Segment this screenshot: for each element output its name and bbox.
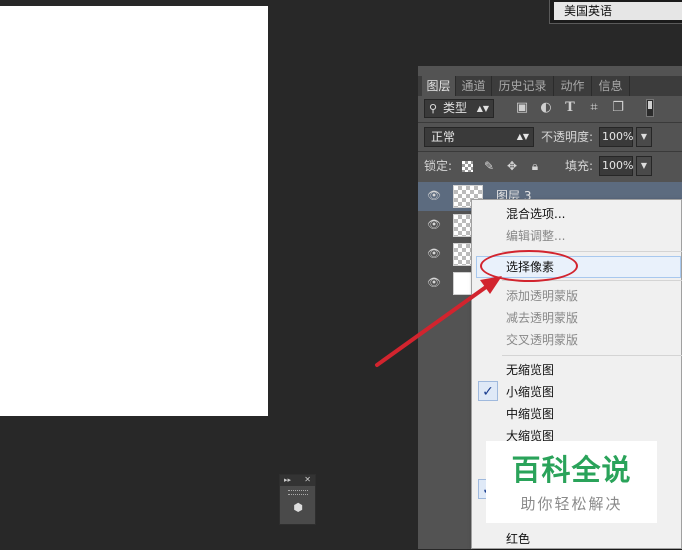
tab-layers[interactable]: 图层 bbox=[422, 76, 456, 96]
layer-filter-dropdown[interactable]: ⚲ 类型 ▲▼ bbox=[424, 99, 494, 118]
menu-item-medium-thumbnails[interactable]: 中缩览图 bbox=[506, 403, 554, 425]
watermark-logo: 百科全说 助你轻松解决 bbox=[486, 441, 657, 523]
blend-row: 正常 ▲▼ 不透明度: 100% ▼ bbox=[418, 123, 682, 151]
fill-input[interactable]: 100% bbox=[599, 156, 633, 176]
eye-icon[interactable]: 👁︎ bbox=[427, 247, 441, 261]
blend-mode-value: 正常 bbox=[431, 130, 456, 144]
lock-image-pixels-icon[interactable]: ✎ bbox=[482, 159, 496, 173]
menu-item-no-thumbnails[interactable]: 无缩览图 bbox=[506, 359, 554, 381]
menu-item-subtract-transparency-mask[interactable]: 减去透明蒙版 bbox=[506, 307, 578, 329]
opacity-slider-button[interactable]: ▼ bbox=[636, 127, 652, 147]
tab-info[interactable]: 信息 bbox=[592, 76, 630, 96]
layer-filter-label: 类型 bbox=[443, 101, 468, 115]
widget-titlebar: ▸▸ ✕ bbox=[280, 475, 315, 486]
adjustment-layer-filter-icon[interactable]: ◐ bbox=[538, 100, 554, 116]
shape-layer-filter-icon[interactable]: ⌗ bbox=[586, 100, 602, 116]
fill-slider-button[interactable]: ▼ bbox=[636, 156, 652, 176]
opacity-input[interactable]: 100% bbox=[599, 127, 633, 147]
menu-item-red[interactable]: 红色 bbox=[506, 528, 530, 550]
properties-icon[interactable]: ⬢ bbox=[289, 499, 307, 517]
menu-item-small-thumbnails[interactable]: 小缩览图 bbox=[506, 381, 554, 403]
collapsed-panel-widget[interactable]: ▸▸ ✕ ⬢ bbox=[279, 474, 316, 525]
tab-history[interactable]: 历史记录 bbox=[492, 76, 554, 96]
dropdown-arrows-icon: ▲▼ bbox=[516, 132, 529, 141]
annotation-circle bbox=[480, 250, 578, 282]
dropdown-arrows-icon: ▲▼ bbox=[476, 104, 489, 113]
document-canvas[interactable] bbox=[0, 6, 268, 416]
filter-row: ⚲ 类型 ▲▼ ▣ ◐ T ⌗ ❐ bbox=[418, 96, 682, 122]
fill-label: 填充: bbox=[565, 159, 594, 173]
checkmark-icon: ✓ bbox=[478, 381, 498, 401]
menu-divider bbox=[502, 355, 682, 356]
lock-label: 锁定: bbox=[424, 159, 453, 173]
lock-position-icon[interactable]: ✥ bbox=[505, 159, 519, 173]
menu-item-blending-options[interactable]: 混合选项... bbox=[506, 203, 565, 225]
menu-item-add-transparency-mask[interactable]: 添加透明蒙版 bbox=[506, 285, 578, 307]
filter-toggle-switch[interactable] bbox=[646, 99, 654, 117]
lock-row: 锁定: ✎ ✥ 🔒︎ 填充: 100% ▼ bbox=[418, 152, 682, 180]
opacity-label: 不透明度: bbox=[541, 130, 594, 144]
grip-handle[interactable] bbox=[288, 490, 308, 495]
tab-channels[interactable]: 通道 bbox=[456, 76, 492, 96]
tab-actions[interactable]: 动作 bbox=[554, 76, 592, 96]
expand-icon[interactable]: ▸▸ bbox=[284, 476, 291, 484]
watermark-subtitle: 助你轻松解决 bbox=[520, 495, 623, 513]
eye-icon[interactable]: 👁︎ bbox=[427, 218, 441, 232]
lock-transparent-pixels-icon[interactable] bbox=[462, 161, 473, 172]
panel-tabs: 图层 通道 历史记录 动作 信息 bbox=[418, 76, 682, 96]
language-selected-value: 美国英语 bbox=[554, 2, 682, 20]
lock-all-icon[interactable]: 🔒︎ bbox=[528, 159, 542, 173]
language-dropdown[interactable]: 美国英语 bbox=[549, 0, 682, 24]
menu-item-edit-adjustment[interactable]: 编辑调整... bbox=[506, 225, 565, 247]
menu-item-intersect-transparency-mask[interactable]: 交叉透明蒙版 bbox=[506, 329, 578, 351]
watermark-title: 百科全说 bbox=[511, 453, 632, 487]
pixel-layer-filter-icon[interactable]: ▣ bbox=[514, 100, 530, 116]
close-icon[interactable]: ✕ bbox=[304, 475, 311, 484]
search-icon: ⚲ bbox=[429, 102, 438, 115]
eye-icon[interactable]: 👁︎ bbox=[427, 189, 441, 203]
type-layer-filter-icon[interactable]: T bbox=[562, 100, 578, 116]
blend-mode-dropdown[interactable]: 正常 ▲▼ bbox=[424, 127, 534, 147]
eye-icon[interactable]: 👁︎ bbox=[427, 276, 441, 290]
smart-object-filter-icon[interactable]: ❐ bbox=[610, 100, 626, 116]
